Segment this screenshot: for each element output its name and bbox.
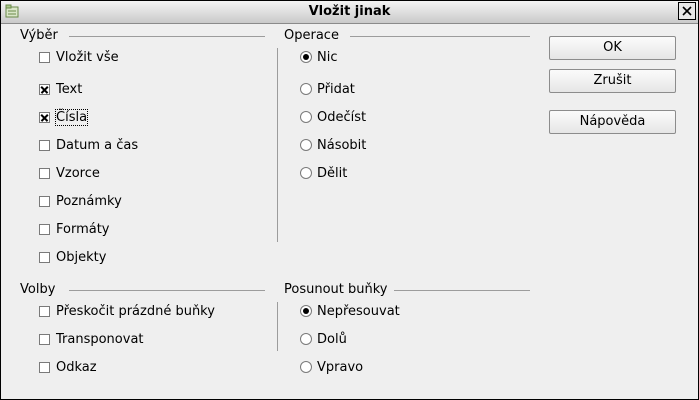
- numbers-label: Čísla: [54, 108, 89, 126]
- paste-all-check[interactable]: [39, 51, 50, 63]
- date-time-check[interactable]: [39, 139, 50, 151]
- numbers-check[interactable]: [39, 111, 50, 123]
- formulas-check[interactable]: [39, 167, 50, 179]
- close-button[interactable]: [678, 2, 696, 20]
- transpose-label: Transponovat: [56, 331, 144, 347]
- skip-empty-label: Přeskočit prázdné buňky: [56, 303, 215, 319]
- checkbox-comments[interactable]: Poznámky: [39, 192, 122, 210]
- subtract-radio[interactable]: [300, 111, 312, 123]
- formats-check[interactable]: [39, 223, 50, 235]
- options-section-title: Volby: [20, 282, 56, 297]
- none-label: Nic: [317, 49, 338, 65]
- radio-right[interactable]: Vpravo: [300, 358, 363, 376]
- objects-label: Objekty: [56, 249, 107, 265]
- title-bar[interactable]: Vložit jinak: [1, 1, 698, 24]
- section-separator-bottom: [277, 302, 278, 351]
- selection-section-title: Výběr: [20, 28, 58, 43]
- subtract-label: Odečíst: [317, 109, 367, 125]
- add-label: Přidat: [317, 81, 355, 97]
- paste-special-dialog: Vložit jinak Výběr Vložit vše Text Čísla…: [0, 0, 699, 400]
- checkbox-skip-empty[interactable]: Přeskočit prázdné buňky: [39, 302, 215, 320]
- checkbox-numbers[interactable]: Čísla: [39, 108, 89, 126]
- transpose-check[interactable]: [39, 333, 50, 345]
- cancel-button[interactable]: Zrušit: [549, 69, 676, 93]
- right-label: Vpravo: [317, 359, 364, 375]
- shift-cells-divider: [394, 290, 530, 291]
- text-label: Text: [56, 81, 83, 97]
- window-title: Vložit jinak: [308, 4, 391, 19]
- operation-divider: [350, 36, 530, 37]
- formats-label: Formáty: [56, 221, 110, 237]
- checkbox-transpose[interactable]: Transponovat: [39, 330, 144, 348]
- comments-check[interactable]: [39, 195, 50, 207]
- help-button[interactable]: Nápověda: [549, 110, 676, 134]
- operation-section-title: Operace: [284, 28, 339, 43]
- radio-dont-move[interactable]: Nepřesouvat: [300, 302, 400, 320]
- close-icon: [682, 6, 692, 16]
- radio-divide[interactable]: Dělit: [300, 164, 347, 182]
- text-check[interactable]: [39, 83, 50, 95]
- radio-down[interactable]: Dolů: [300, 330, 347, 348]
- right-radio[interactable]: [300, 361, 312, 373]
- checkbox-formats[interactable]: Formáty: [39, 220, 110, 238]
- checkbox-objects[interactable]: Objekty: [39, 248, 106, 266]
- dont-move-radio[interactable]: [300, 305, 312, 317]
- radio-multiply[interactable]: Násobit: [300, 136, 366, 154]
- down-radio[interactable]: [300, 333, 312, 345]
- section-separator-top: [277, 48, 278, 242]
- comments-label: Poznámky: [56, 193, 122, 209]
- checkbox-formulas[interactable]: Vzorce: [39, 164, 100, 182]
- options-divider: [69, 290, 265, 291]
- formulas-label: Vzorce: [56, 165, 100, 181]
- multiply-radio[interactable]: [300, 139, 312, 151]
- none-radio[interactable]: [300, 51, 312, 63]
- checkbox-link[interactable]: Odkaz: [39, 358, 97, 376]
- link-label: Odkaz: [56, 359, 97, 375]
- divide-label: Dělit: [317, 165, 348, 181]
- skip-empty-check[interactable]: [39, 305, 50, 317]
- checkbox-text[interactable]: Text: [39, 80, 82, 98]
- multiply-label: Násobit: [317, 137, 367, 153]
- dont-move-label: Nepřesouvat: [317, 303, 400, 319]
- selection-divider: [69, 36, 265, 37]
- down-label: Dolů: [317, 331, 347, 347]
- add-radio[interactable]: [300, 83, 312, 95]
- date-time-label: Datum a čas: [56, 137, 139, 153]
- checkbox-paste-all[interactable]: Vložit vše: [39, 48, 119, 66]
- divide-radio[interactable]: [300, 167, 312, 179]
- shift-cells-section-title: Posunout buňky: [284, 282, 388, 297]
- ok-button[interactable]: OK: [549, 36, 676, 60]
- objects-check[interactable]: [39, 251, 50, 263]
- paste-all-label: Vložit vše: [56, 49, 119, 65]
- radio-add[interactable]: Přidat: [300, 80, 355, 98]
- checkbox-date-time[interactable]: Datum a čas: [39, 136, 138, 154]
- radio-subtract[interactable]: Odečíst: [300, 108, 366, 126]
- radio-none[interactable]: Nic: [300, 48, 337, 66]
- link-check[interactable]: [39, 361, 50, 373]
